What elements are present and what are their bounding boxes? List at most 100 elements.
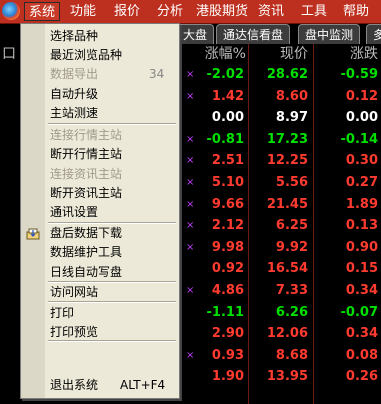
cell-change: -0.14 xyxy=(340,131,378,147)
cell-price: 6.25 xyxy=(275,218,308,234)
menu-item-label: 日线自动写盘 xyxy=(50,265,123,279)
cell-change: 1.89 xyxy=(345,196,378,212)
cell-change: -0.07 xyxy=(340,304,378,320)
download-icon xyxy=(26,227,40,240)
cell-change: 0.90 xyxy=(345,239,378,255)
menu-item-comm-settings[interactable]: 通讯设置 xyxy=(21,203,179,222)
cell-price: 8.60 xyxy=(275,88,308,104)
menu-item-data-export[interactable]: 数据导出 34 xyxy=(21,65,179,84)
tab-market[interactable]: 大盘 xyxy=(176,24,215,44)
cell-change: 0.15 xyxy=(345,261,378,277)
menu-item-label: 打印 xyxy=(50,306,75,320)
cell-change: 0.30 xyxy=(345,153,378,169)
system-menu-dropdown: 选择品种最近浏览品种 数据导出 34 自动升级主站测速连接行情主站 断开行情主站 连接资讯… xyxy=(20,23,180,399)
cell-change: 0.34 xyxy=(345,283,378,298)
menu-item-label: 访问网站 xyxy=(50,285,99,299)
cell-price: 12.25 xyxy=(266,153,308,169)
column-header-change-pct[interactable]: 涨幅% xyxy=(190,44,246,64)
menu-item-shortcut: ALT+F4 xyxy=(120,378,166,392)
menu-item-label: 连接资讯主站 xyxy=(50,167,123,181)
menu-item-auto-upgrade[interactable]: 自动升级 xyxy=(21,85,179,104)
column-header-price[interactable]: 现价 xyxy=(252,44,308,64)
cell-change-pct: 9.98 xyxy=(211,239,244,255)
app-logo-icon[interactable] xyxy=(2,2,20,20)
cell-change-pct: 9.66 xyxy=(211,196,244,212)
menu-item-daily-auto-write[interactable]: 日线自动写盘 xyxy=(21,263,179,282)
cell-price: 9.92 xyxy=(275,239,308,255)
cell-price: 5.56 xyxy=(275,175,308,190)
cell-price: 8.68 xyxy=(275,347,308,363)
cell-change: 0.00 xyxy=(345,110,378,126)
menu-item-after-hours-download[interactable]: 盘后数据下载 xyxy=(21,224,179,243)
menu-item-exit-system[interactable]: 退出系统 ALT+F4 xyxy=(21,376,179,395)
cell-change-pct: 4.86 xyxy=(211,283,244,298)
menu-item-recent-symbols[interactable]: 最近浏览品种 xyxy=(21,46,179,65)
menu-item-label: 盘后数据下载 xyxy=(50,226,123,240)
menu-item-disconnect-quote-server[interactable]: 断开行情主站 xyxy=(21,145,179,164)
menu-item-disconnect-news-server[interactable]: 断开资讯主站 xyxy=(21,184,179,203)
cell-change: 0.13 xyxy=(345,218,378,234)
cell-change: 0.08 xyxy=(345,347,378,363)
menu-item-server-speedtest[interactable]: 主站测速 xyxy=(21,104,179,123)
cell-price: 21.45 xyxy=(266,196,308,212)
menu-item-print[interactable]: 打印 xyxy=(21,304,179,323)
menu-separator xyxy=(48,301,176,303)
cell-change-pct: -2.02 xyxy=(206,67,244,82)
menu-item-label: 主站测速 xyxy=(50,106,99,120)
menu-item-select-symbol[interactable]: 选择品种 xyxy=(21,27,179,46)
cell-change-pct: 5.10 xyxy=(211,175,244,190)
menu-separator xyxy=(48,222,176,224)
cell-price: 6.26 xyxy=(275,304,308,320)
menu-separator xyxy=(48,123,176,125)
menu-item-data-maintenance-tool[interactable]: 数据维护工具 xyxy=(21,243,179,262)
menu-item-label: 断开资讯主站 xyxy=(50,186,123,200)
menu-separator xyxy=(48,340,176,342)
menu-item-label: 最近浏览品种 xyxy=(50,48,123,62)
menu-item-label: 数据维护工具 xyxy=(50,245,123,259)
cell-change-pct: 1.90 xyxy=(211,369,244,385)
cell-price: 12.06 xyxy=(266,326,308,342)
menu-tools[interactable]: 工具 xyxy=(297,2,331,21)
menu-item-label: 自动升级 xyxy=(50,87,99,101)
cell-change-pct: 2.90 xyxy=(211,326,244,342)
menu-news[interactable]: 资讯 xyxy=(254,2,288,21)
cell-price: 16.54 xyxy=(266,261,308,277)
cell-price: 7.33 xyxy=(275,283,308,298)
cell-change-pct: -0.81 xyxy=(206,131,244,147)
menu-quotes[interactable]: 报价 xyxy=(110,2,144,21)
menu-system[interactable]: 系统 xyxy=(24,2,61,21)
menu-item-label: 连接行情主站 xyxy=(50,128,123,142)
cell-change: 0.34 xyxy=(345,326,378,342)
menu-item-connect-news-server[interactable]: 连接资讯主站 xyxy=(21,165,179,184)
cell-price: 13.95 xyxy=(266,369,308,385)
menu-analysis[interactable]: 分析 xyxy=(153,2,187,21)
column-header-change[interactable]: 涨跌 xyxy=(320,44,378,64)
cell-change: 0.26 xyxy=(345,369,378,385)
menu-item-label: 数据导出 xyxy=(50,67,99,81)
cell-change: 0.27 xyxy=(345,175,378,190)
cell-change-pct: 0.00 xyxy=(211,110,244,126)
tab-more[interactable]: 多 xyxy=(366,24,381,44)
menu-item-visit-website[interactable]: 访问网站 xyxy=(21,283,179,302)
menu-item-connect-quote-server[interactable]: 连接行情主站 xyxy=(21,126,179,145)
menu-item-label: 退出系统 xyxy=(50,378,99,392)
menu-bar: 系统 功能 报价 分析 港股期货 资讯 工具 帮助 xyxy=(0,0,381,24)
cell-price: 28.62 xyxy=(266,67,308,82)
menu-help[interactable]: 帮助 xyxy=(339,2,373,21)
cell-change-pct: 0.92 xyxy=(211,261,244,277)
cell-change-pct: 0.93 xyxy=(211,347,244,363)
menu-hk-futures[interactable]: 港股期货 xyxy=(192,2,252,21)
cell-price: 17.23 xyxy=(266,131,308,147)
cell-change: -0.59 xyxy=(340,67,378,82)
column-header-marker: 口 xyxy=(2,46,16,62)
cell-price: 8.97 xyxy=(275,110,308,126)
cell-change-pct: 2.12 xyxy=(211,218,244,234)
cell-change-pct: 2.51 xyxy=(211,153,244,169)
cell-change-pct: -1.11 xyxy=(206,304,244,320)
menu-separator xyxy=(48,281,176,283)
menu-functions[interactable]: 功能 xyxy=(66,2,100,21)
menu-item-label: 断开行情主站 xyxy=(50,147,123,161)
tab-intraday-monitor[interactable]: 盘中监测 xyxy=(298,24,361,44)
menu-item-shortcut: 34 xyxy=(149,67,165,81)
tab-tdx-view[interactable]: 通达信看盘 xyxy=(216,24,291,44)
